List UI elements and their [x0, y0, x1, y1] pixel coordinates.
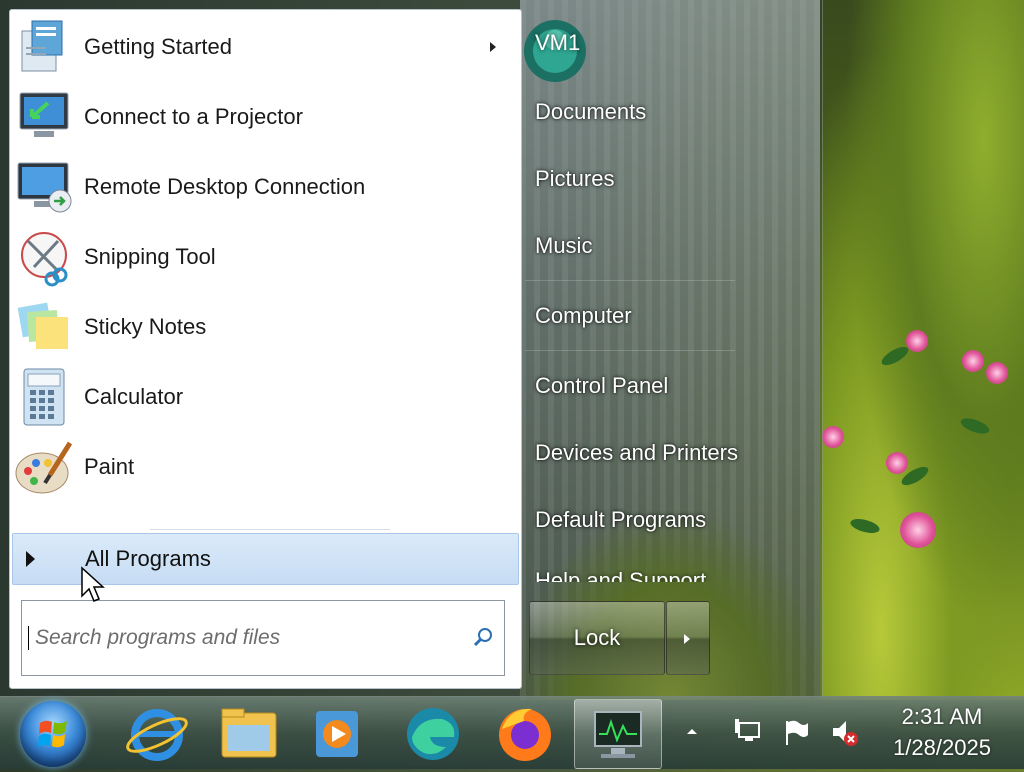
search-icon[interactable] — [472, 627, 494, 649]
program-connect-projector[interactable]: Connect to a Projector — [10, 84, 518, 150]
submenu-arrow-icon — [490, 42, 496, 52]
program-paint[interactable]: Paint — [10, 434, 518, 500]
start-item-help-support[interactable]: Help and Support — [535, 570, 735, 582]
start-item-label: Pictures — [535, 166, 615, 191]
network-icon[interactable] — [733, 717, 763, 747]
lock-button[interactable]: Lock — [529, 601, 665, 675]
chevron-right-icon — [684, 634, 690, 644]
start-menu: Getting Started Connect to a Projector R… — [0, 0, 823, 696]
projector-icon — [14, 87, 74, 147]
remote-desktop-icon — [14, 157, 74, 217]
start-item-label: Help and Support — [535, 570, 735, 582]
start-item-computer[interactable]: Computer — [522, 291, 807, 341]
flower-decoration — [900, 512, 936, 548]
start-item-label: Computer — [535, 303, 632, 328]
task-manager-icon — [594, 711, 642, 758]
start-item-pictures[interactable]: Pictures — [522, 154, 807, 204]
taskbar-media-player[interactable] — [294, 699, 380, 767]
program-sticky-notes[interactable]: Sticky Notes — [10, 294, 518, 360]
program-label: Connect to a Projector — [84, 104, 303, 129]
taskbar-task-manager[interactable] — [574, 699, 662, 769]
taskbar-file-explorer[interactable] — [206, 699, 292, 767]
separator — [525, 280, 735, 281]
taskbar: 2:31 AM 1/28/2025 — [0, 696, 1024, 769]
flower-decoration — [886, 452, 908, 474]
clock-date: 1/28/2025 — [893, 735, 991, 760]
volume-muted-icon[interactable] — [829, 717, 859, 747]
expand-arrow-icon — [26, 551, 35, 567]
program-label: Snipping Tool — [84, 244, 216, 269]
file-explorer-icon — [221, 708, 277, 758]
start-item-music[interactable]: Music — [522, 221, 807, 271]
program-calculator[interactable]: Calculator — [10, 364, 518, 430]
calculator-icon — [14, 367, 74, 427]
program-snipping-tool[interactable]: Snipping Tool — [10, 224, 518, 290]
start-item-documents[interactable]: Documents — [522, 87, 807, 137]
sticky-notes-icon — [14, 297, 74, 357]
program-remote-desktop[interactable]: Remote Desktop Connection — [10, 154, 518, 220]
separator — [525, 350, 735, 351]
start-item-control-panel[interactable]: Control Panel — [522, 361, 807, 411]
action-center-flag-icon[interactable] — [781, 717, 811, 747]
start-item-default-programs[interactable]: Default Programs — [522, 495, 807, 545]
flower-decoration — [962, 350, 984, 372]
program-label: Getting Started — [84, 34, 232, 59]
search-input[interactable] — [33, 625, 472, 651]
taskbar-firefox[interactable] — [482, 699, 568, 767]
internet-explorer-icon — [126, 709, 188, 761]
shutdown-options-button[interactable] — [666, 601, 710, 675]
program-label: Remote Desktop Connection — [84, 174, 366, 199]
flower-decoration — [986, 362, 1008, 384]
taskbar-edge[interactable] — [390, 699, 476, 767]
system-clock[interactable]: 2:31 AM 1/28/2025 — [872, 701, 1012, 763]
start-item-devices-printers[interactable]: Devices and Printers — [522, 428, 807, 478]
chevron-up-icon — [687, 729, 697, 734]
firefox-icon — [499, 708, 551, 761]
start-item-label: Documents — [535, 99, 647, 124]
show-hidden-icons-button[interactable] — [680, 719, 704, 743]
program-getting-started[interactable]: Getting Started — [10, 14, 518, 80]
taskbar-internet-explorer[interactable] — [114, 699, 200, 767]
flower-decoration — [822, 426, 844, 448]
start-item-label: Devices and Printers — [535, 440, 738, 465]
search-box[interactable] — [21, 600, 505, 676]
paint-palette-icon — [14, 437, 74, 497]
program-label: Sticky Notes — [84, 314, 207, 339]
start-item-label: Music — [535, 233, 593, 258]
flower-decoration — [906, 330, 928, 352]
user-name[interactable]: VM1 — [535, 30, 580, 56]
program-label: Calculator — [84, 384, 184, 409]
media-player-icon — [316, 711, 358, 757]
start-item-label: Control Panel — [535, 373, 669, 398]
start-button[interactable] — [20, 701, 86, 767]
windows-logo-icon — [38, 720, 67, 748]
getting-started-icon — [14, 17, 74, 77]
text-caret — [28, 626, 29, 650]
lock-label: Lock — [573, 625, 621, 650]
edge-icon — [407, 708, 459, 760]
start-item-label: Default Programs — [535, 507, 707, 532]
separator — [150, 529, 390, 530]
program-label: Paint — [84, 454, 135, 479]
clock-time: 2:31 AM — [901, 704, 983, 729]
mouse-cursor-icon — [80, 566, 106, 604]
scissors-icon — [14, 227, 74, 287]
